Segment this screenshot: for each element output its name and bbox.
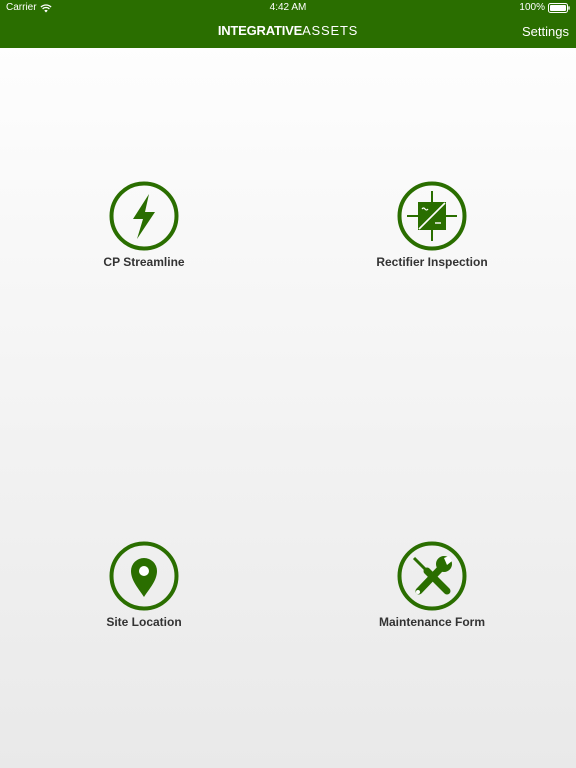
status-bar: Carrier 4:42 AM 100%	[0, 0, 576, 16]
maintenance-form-tile[interactable]: Maintenance Form	[352, 541, 512, 629]
battery-percent: 100%	[519, 2, 545, 13]
site-location-tile[interactable]: Site Location	[64, 541, 224, 629]
cp-streamline-tile[interactable]: CP Streamline	[64, 181, 224, 269]
tile-label: Rectifier Inspection	[376, 255, 488, 269]
clock: 4:42 AM	[269, 2, 307, 13]
tile-label: CP Streamline	[103, 255, 185, 269]
map-pin-icon	[109, 541, 179, 611]
brand-logo-bold: INTEGRATIVE	[217, 23, 303, 38]
brand-logo: INTEGRATIVEASSETS	[0, 23, 576, 38]
wrench-screwdriver-icon	[397, 541, 467, 611]
lightning-bolt-icon	[109, 181, 179, 251]
battery-status: 100%	[519, 0, 570, 16]
tile-label: Maintenance Form	[378, 615, 486, 629]
settings-button[interactable]: Settings	[522, 24, 569, 39]
rectifier-icon	[397, 181, 467, 251]
rectifier-inspection-tile[interactable]: Rectifier Inspection	[352, 181, 512, 269]
navigation-bar: INTEGRATIVEASSETS Settings	[0, 16, 576, 48]
battery-icon	[548, 3, 570, 13]
brand-logo-light: ASSETS	[302, 23, 359, 38]
tile-label: Site Location	[106, 615, 182, 629]
app-header: Carrier 4:42 AM 100% INTEGRATIVEASSETS S…	[0, 0, 576, 48]
